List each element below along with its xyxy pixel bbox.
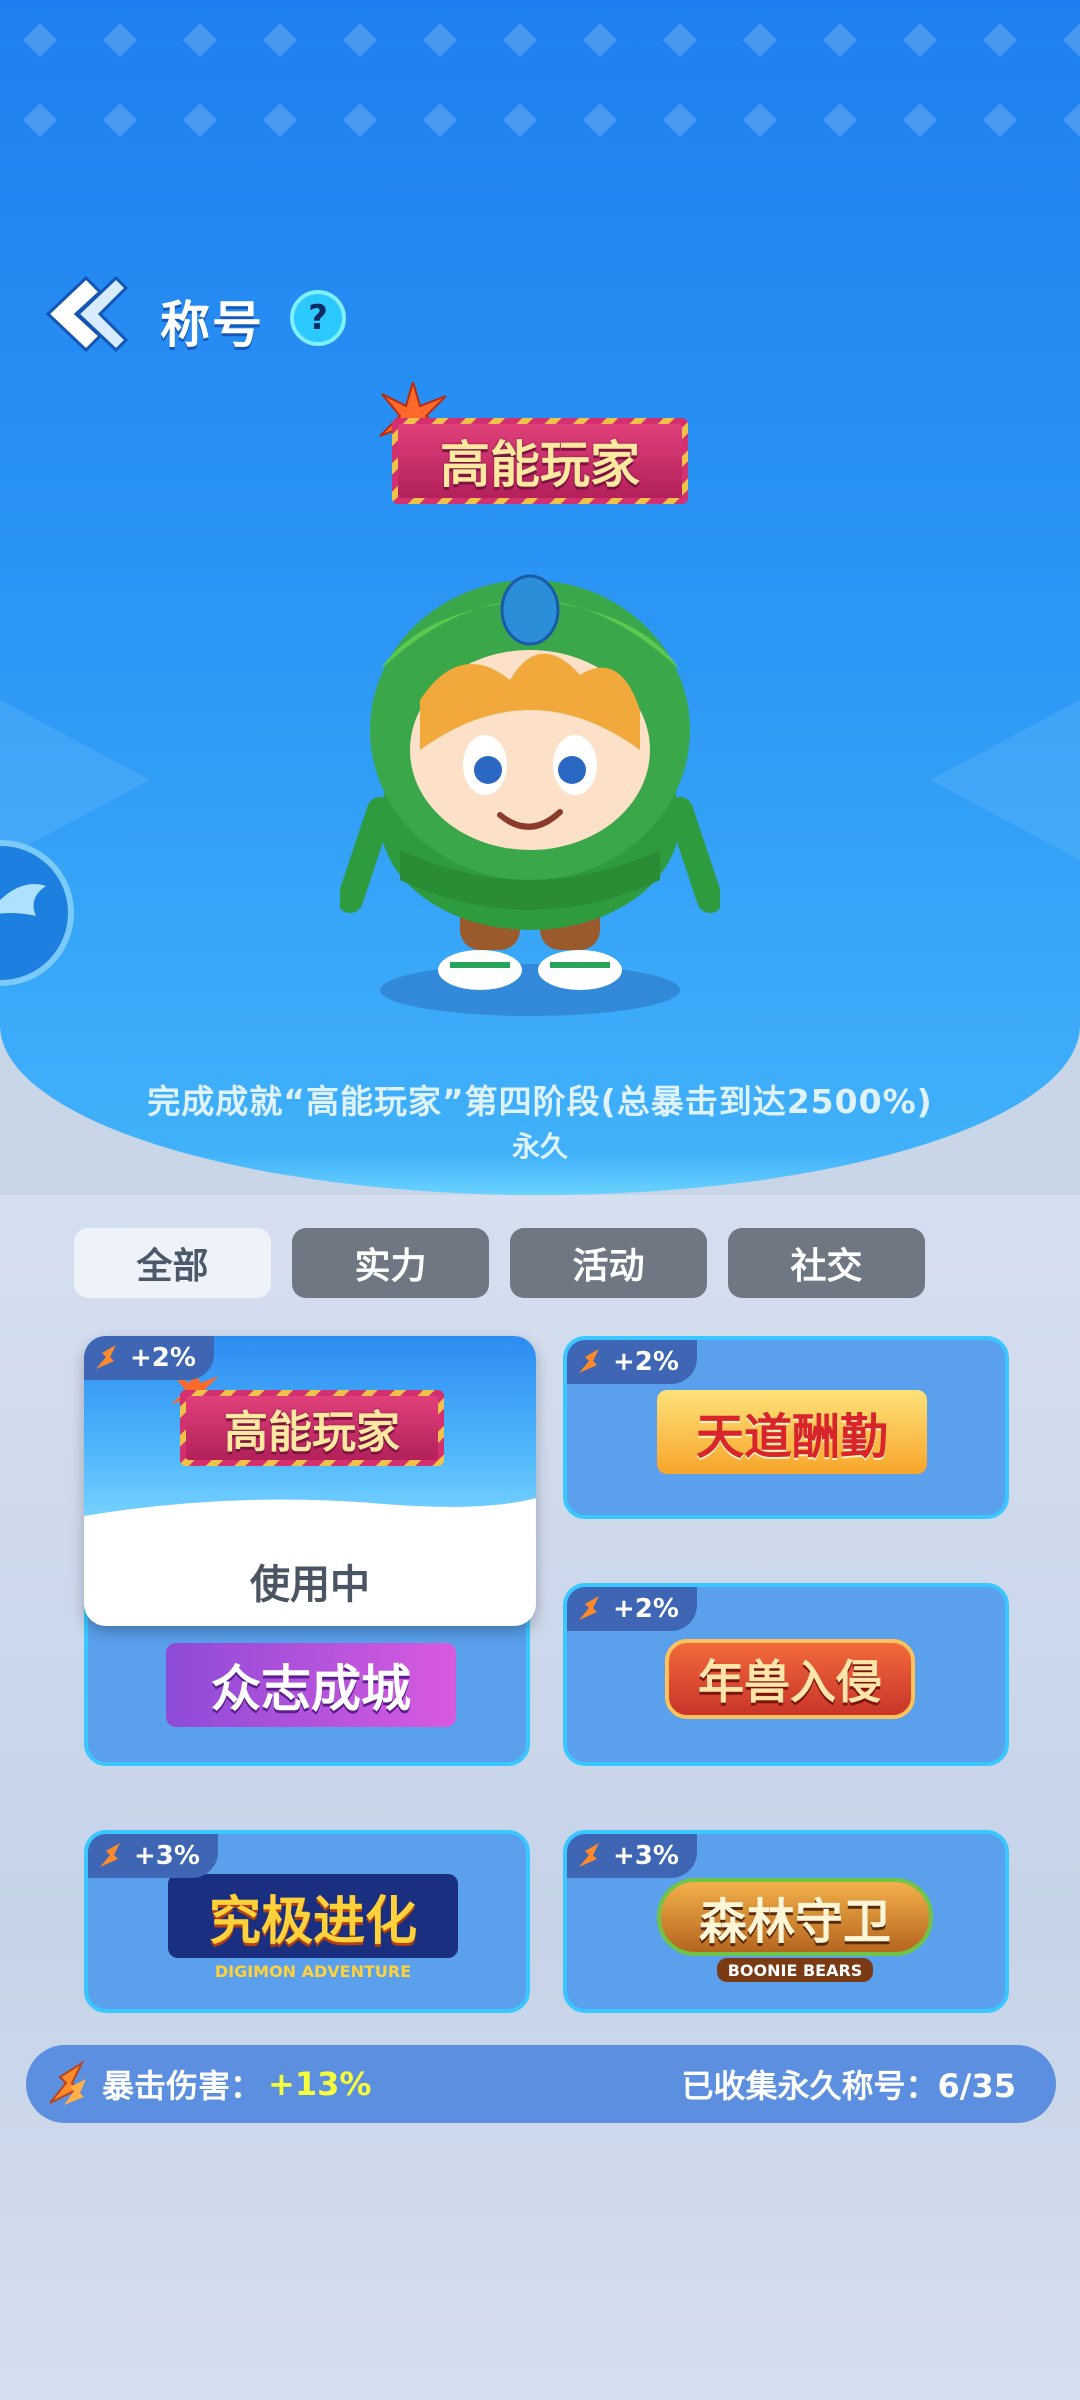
current-title-badge: 高能玩家 (392, 418, 688, 504)
bonus-value: +2% (130, 1343, 196, 1373)
title-logo-senlin: 森林守卫 (657, 1878, 933, 1956)
back-arrow-icon[interactable] (38, 272, 130, 356)
crit-icon (579, 1596, 599, 1620)
character-avatar (340, 574, 720, 1016)
collected-count: 已收集永久称号：6/35 (681, 2067, 1017, 2105)
crit-icon (579, 1349, 599, 1373)
title-logo-tiandao: 天道酬勤 (657, 1390, 927, 1474)
title-logo-text: 高能玩家 (186, 1396, 438, 1460)
bonus-tag: +2% (567, 1587, 697, 1631)
title-logo-senlin-subtitle: BOONIE BEARS (717, 1958, 873, 1982)
crit-damage-label: 暴击伤害： (102, 2067, 263, 2105)
bonus-value: +2% (613, 1347, 679, 1377)
tab-all[interactable]: 全部 (74, 1228, 271, 1298)
crit-icon (579, 1843, 599, 1867)
bonus-tag: +2% (567, 1340, 697, 1384)
current-title-name: 高能玩家 (398, 424, 682, 498)
tab-strength[interactable]: 实力 (292, 1228, 489, 1298)
crit-icon (96, 1345, 116, 1369)
title-card-tiandao[interactable]: +2% 天道酬勤 (563, 1336, 1009, 1519)
tab-social[interactable]: 社交 (728, 1228, 925, 1298)
help-button[interactable]: ? (290, 290, 346, 346)
bonus-value: +3% (613, 1841, 679, 1871)
crit-damage-value: +13% (268, 2065, 372, 2103)
title-duration: 永久 (511, 1130, 568, 1163)
bonus-tag: +3% (88, 1834, 218, 1878)
title-card-nianshou[interactable]: +2% 年兽入侵 (563, 1583, 1009, 1766)
title-logo-jiuji-subtitle: DIGIMON ADVENTURE (214, 1961, 412, 1981)
title-logo-jiuji: 究极进化 (168, 1874, 458, 1958)
bonus-tag: +2% (84, 1336, 214, 1380)
title-logo-nianshou: 年兽入侵 (665, 1639, 915, 1719)
bonus-tag: +3% (567, 1834, 697, 1878)
stats-bar: 暴击伤害： +13% 已收集永久称号：6/35 (26, 2045, 1056, 2123)
bonus-value: +2% (613, 1594, 679, 1624)
crit-icon (49, 2060, 86, 2105)
title-card-senlin[interactable]: +3% 森林守卫 BOONIE BEARS (563, 1830, 1009, 2013)
bird-icon (0, 884, 46, 916)
title-card-gaoneng[interactable]: +2% 高能玩家 使用中 (84, 1336, 536, 1626)
title-logo-zhongzhi: 众志成城 (166, 1643, 456, 1727)
page-title: 称号 (160, 296, 264, 354)
in-use-label: 使用中 (250, 1562, 370, 1608)
tab-events[interactable]: 活动 (510, 1228, 707, 1298)
title-logo-gaoneng: 高能玩家 (180, 1390, 444, 1466)
title-description: 完成成就“高能玩家”第四阶段(总暴击到达2500%) (147, 1082, 933, 1121)
title-card-jiuji[interactable]: +3% 究极进化 DIGIMON ADVENTURE (84, 1830, 530, 2013)
crit-icon (100, 1843, 120, 1867)
bonus-value: +3% (134, 1841, 200, 1871)
category-tabs: 全部 实力 活动 社交 (74, 1228, 925, 1298)
